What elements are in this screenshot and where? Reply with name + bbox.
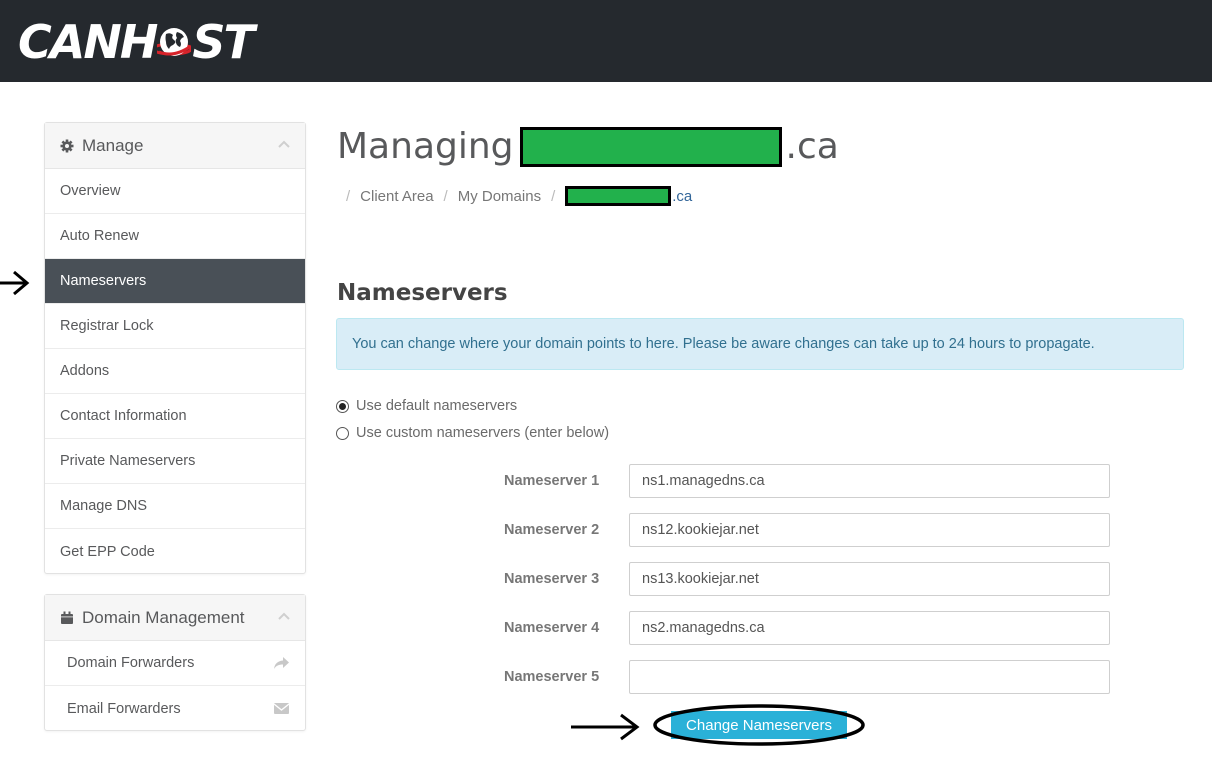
chevron-up-icon[interactable] xyxy=(277,609,291,623)
envelope-icon xyxy=(273,703,290,714)
default-nameservers-radio[interactable] xyxy=(336,399,349,413)
breadcrumb-client-area[interactable]: Client Area xyxy=(360,188,433,205)
nameserver-1-row: Nameserver 1 xyxy=(504,464,1110,498)
domain-management-panel-title: Domain Management xyxy=(82,607,245,627)
breadcrumb-separator: / xyxy=(443,187,448,205)
nameserver-3-input[interactable] xyxy=(629,562,1110,596)
globe-icon xyxy=(157,28,192,56)
info-alert-text: You can change where your domain points … xyxy=(352,336,1095,352)
logo-text-can: CAN xyxy=(18,15,122,69)
gear-icon xyxy=(60,139,74,153)
breadcrumb-current-domain[interactable]: .ca xyxy=(672,188,692,205)
nameserver-3-row: Nameserver 3 xyxy=(504,562,1110,596)
annotation-arrow-right-icon xyxy=(571,713,640,741)
nameserver-3-label: Nameserver 3 xyxy=(504,571,600,587)
nameserver-2-input[interactable] xyxy=(629,513,1110,547)
domain-management-panel-header[interactable]: Domain Management xyxy=(45,595,305,641)
manage-panel: Manage Overview Auto Renew Nameservers R… xyxy=(44,122,306,574)
sidebar-item-label: Domain Forwarders xyxy=(67,655,195,671)
logo-text-host: H ST xyxy=(119,15,255,69)
info-alert: You can change where your domain points … xyxy=(336,318,1184,370)
custom-nameservers-radio[interactable] xyxy=(336,426,349,440)
sidebar-item-auto-renew[interactable]: Auto Renew xyxy=(45,214,305,259)
nameserver-4-row: Nameserver 4 xyxy=(504,611,1110,645)
share-arrow-icon xyxy=(274,657,289,669)
default-nameservers-label: Use default nameservers xyxy=(356,398,518,414)
sidebar-item-get-epp-code[interactable]: Get EPP Code xyxy=(45,529,305,574)
canhost-logo[interactable]: CAN H ST xyxy=(18,14,255,70)
manage-panel-header[interactable]: Manage xyxy=(45,123,305,169)
redacted-domain-block xyxy=(519,126,782,167)
sidebar-item-contact-information[interactable]: Contact Information xyxy=(45,394,305,439)
chevron-up-icon[interactable] xyxy=(277,137,291,151)
change-nameservers-wrapper: Change Nameservers xyxy=(652,703,866,747)
sidebar-item-overview[interactable]: Overview xyxy=(45,169,305,214)
radio-selected-dot xyxy=(339,402,346,410)
manage-panel-title: Manage xyxy=(82,135,144,155)
redacted-domain-block xyxy=(565,186,672,206)
nameserver-5-label: Nameserver 5 xyxy=(504,669,600,685)
sidebar-item-email-forwarders[interactable]: Email Forwarders xyxy=(45,686,305,731)
default-nameservers-option[interactable]: Use default nameservers xyxy=(336,398,517,414)
sidebar-item-registrar-lock[interactable]: Registrar Lock xyxy=(45,304,305,349)
nameserver-4-label: Nameserver 4 xyxy=(504,620,600,636)
page-title-prefix: Managing xyxy=(337,126,514,167)
logo-text-st: ST xyxy=(192,15,254,69)
breadcrumb: / Client Area / My Domains / .ca xyxy=(346,186,692,206)
custom-nameservers-label: Use custom nameservers (enter below) xyxy=(356,425,610,441)
nameserver-2-row: Nameserver 2 xyxy=(504,513,1110,547)
section-title: Nameservers xyxy=(337,280,508,306)
annotation-circle-icon xyxy=(653,704,865,746)
top-header: CAN H ST xyxy=(0,0,1212,82)
page-title: Managing .ca xyxy=(337,126,839,167)
breadcrumb-separator: / xyxy=(346,187,351,205)
custom-nameservers-option[interactable]: Use custom nameservers (enter below) xyxy=(336,425,609,441)
nameserver-2-label: Nameserver 2 xyxy=(504,522,600,538)
nameserver-1-label: Nameserver 1 xyxy=(504,473,600,489)
nameserver-4-input[interactable] xyxy=(629,611,1110,645)
nameserver-1-input[interactable] xyxy=(629,464,1110,498)
nameserver-5-row: Nameserver 5 xyxy=(504,660,1110,694)
sidebar-item-domain-forwarders[interactable]: Domain Forwarders xyxy=(45,641,305,686)
sidebar-item-label: Email Forwarders xyxy=(67,700,181,717)
nameserver-5-input[interactable] xyxy=(629,660,1110,694)
breadcrumb-my-domains[interactable]: My Domains xyxy=(458,188,541,205)
domain-management-panel: Domain Management Domain Forwarders Emai… xyxy=(44,594,306,731)
logo-text-h: H xyxy=(119,15,158,69)
annotation-arrow-right-icon xyxy=(0,270,30,296)
sidebar-item-private-nameservers[interactable]: Private Nameservers xyxy=(45,439,305,484)
calendar-icon xyxy=(60,611,74,625)
breadcrumb-separator: / xyxy=(551,187,556,205)
sidebar-item-manage-dns[interactable]: Manage DNS xyxy=(45,484,305,529)
page-title-suffix: .ca xyxy=(785,126,839,167)
sidebar-item-addons[interactable]: Addons xyxy=(45,349,305,394)
sidebar-item-nameservers[interactable]: Nameservers xyxy=(45,259,305,304)
logo-text: CAN H ST xyxy=(18,15,255,69)
